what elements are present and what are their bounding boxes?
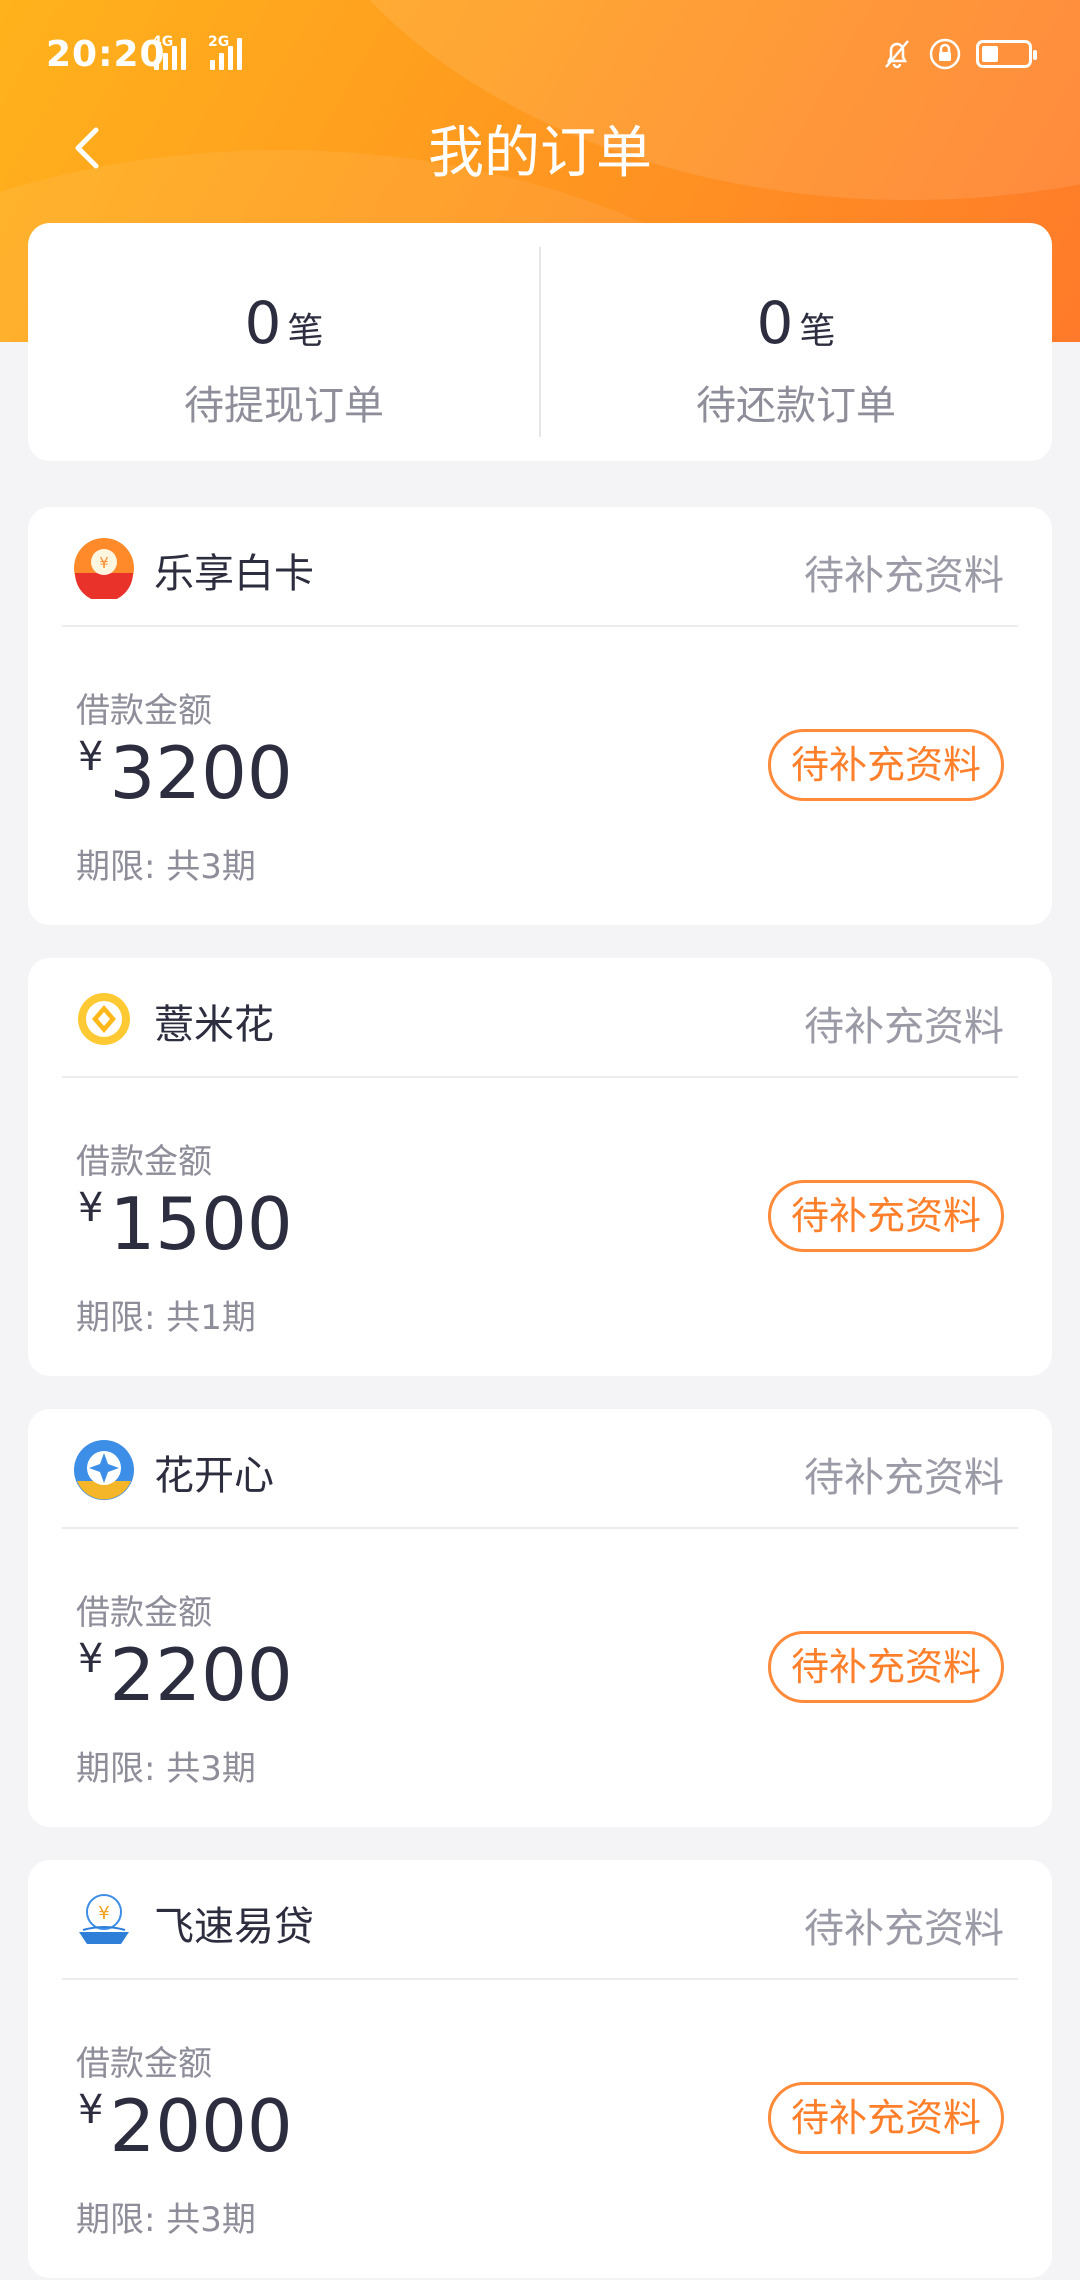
loan-amount: ¥2000: [78, 2084, 293, 2168]
order-status: 待补充资料: [804, 1455, 1004, 1501]
card-divider: [62, 1527, 1018, 1529]
summary-pending-withdraw[interactable]: 0笔 待提现订单: [28, 223, 540, 461]
coin-logo-icon: ¥: [74, 538, 134, 599]
order-card[interactable]: ¥ 飞速易贷 待补充资料 借款金额 ¥2000 期限: 共3期 待补充资料: [28, 1860, 1052, 2278]
battery-icon: [976, 40, 1037, 68]
star-logo-icon: [74, 1440, 134, 1500]
currency-symbol: ¥: [78, 1636, 104, 1682]
card-divider: [62, 1978, 1018, 1980]
amount-value: 1500: [109, 1182, 293, 1266]
flower-logo-icon: [78, 993, 130, 1045]
network-type: 4G: [152, 34, 174, 50]
bell-muted-icon: [885, 40, 909, 69]
currency-symbol: ¥: [78, 734, 104, 780]
summary-unit: 笔: [287, 311, 324, 352]
amount-label: 借款金额: [76, 691, 212, 731]
supplement-info-button[interactable]: 待补充资料: [768, 1180, 1004, 1252]
lender-name: 薏米花: [154, 1002, 274, 1048]
lender-name: 乐享白卡: [154, 551, 314, 597]
amount-label: 借款金额: [76, 2044, 212, 2084]
signal-2g-icon: 2G: [198, 34, 248, 70]
currency-symbol: ¥: [78, 1185, 104, 1231]
loan-amount: ¥1500: [78, 1182, 293, 1266]
order-status: 待补充资料: [804, 553, 1004, 599]
amount-label: 借款金额: [76, 1593, 212, 1633]
order-status: 待补充资料: [804, 1004, 1004, 1050]
status-bar: 20:20 4G 2G: [0, 0, 1080, 110]
card-divider: [62, 625, 1018, 627]
order-card[interactable]: 花开心 待补充资料 借款金额 ¥2200 期限: 共3期 待补充资料: [28, 1409, 1052, 1827]
amount-value: 2200: [109, 1633, 293, 1717]
amount-label: 借款金额: [76, 1142, 212, 1182]
supplement-info-button[interactable]: 待补充资料: [768, 729, 1004, 801]
loan-term: 期限: 共3期: [76, 2200, 256, 2240]
network-type: 2G: [208, 34, 230, 50]
order-card[interactable]: 薏米花 待补充资料 借款金额 ¥1500 期限: 共1期 待补充资料: [28, 958, 1052, 1376]
loan-amount: ¥2200: [78, 1633, 293, 1717]
loan-term: 期限: 共3期: [76, 1749, 256, 1789]
summary-unit: 笔: [799, 311, 836, 352]
supplement-info-button[interactable]: 待补充资料: [768, 1631, 1004, 1703]
order-card[interactable]: ¥ 乐享白卡 待补充资料 借款金额 ¥3200 期限: 共3期 待补充资料: [28, 507, 1052, 925]
lender-name: 飞速易贷: [154, 1904, 314, 1950]
summary-label: 待提现订单: [184, 383, 384, 429]
svg-text:¥: ¥: [99, 554, 109, 572]
order-status: 待补充资料: [804, 1906, 1004, 1952]
svg-text:¥: ¥: [98, 1903, 109, 1924]
page-title: 我的订单: [428, 121, 652, 186]
loan-term: 期限: 共3期: [76, 847, 256, 887]
card-divider: [62, 1076, 1018, 1078]
supplement-info-button[interactable]: 待补充资料: [768, 2082, 1004, 2154]
summary-count: 0: [756, 289, 794, 357]
order-summary: 0笔 待提现订单 0笔 待还款订单: [28, 223, 1052, 461]
amount-value: 2000: [109, 2084, 293, 2168]
amount-value: 3200: [109, 731, 293, 815]
currency-symbol: ¥: [78, 2087, 104, 2133]
nav-bar: 我的订单: [0, 100, 1080, 190]
summary-label: 待还款订单: [696, 383, 896, 429]
signal-4g-icon: 4G: [142, 34, 192, 70]
loan-term: 期限: 共1期: [76, 1298, 256, 1338]
summary-pending-repay[interactable]: 0笔 待还款订单: [540, 223, 1052, 461]
lender-name: 花开心: [154, 1453, 274, 1499]
loan-amount: ¥3200: [78, 731, 293, 815]
boat-logo-icon: ¥: [79, 1894, 129, 1944]
rotation-lock-icon: [929, 38, 961, 70]
summary-count: 0: [244, 289, 282, 357]
